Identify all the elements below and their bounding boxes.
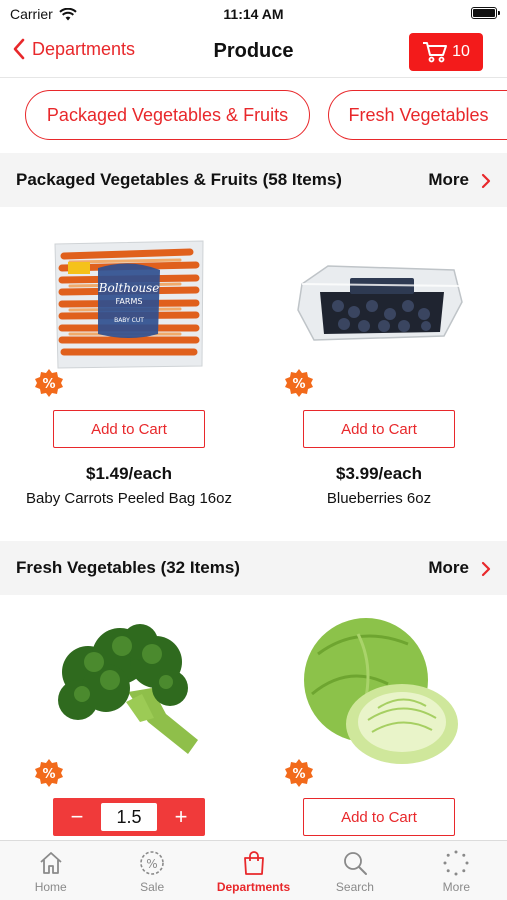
product-price: $1.49/each (85, 464, 172, 483)
bag-icon (243, 851, 264, 875)
home-icon (40, 852, 62, 874)
product-name: Blueberries 6oz (326, 490, 432, 507)
tab-departments[interactable]: Departments (203, 841, 304, 900)
section-title: Fresh Vegetables (32 Items) (16, 558, 240, 577)
sale-icon: % (140, 851, 164, 875)
more-icon (443, 850, 469, 876)
battery-icon (471, 7, 500, 19)
decrement-button[interactable]: − (53, 798, 101, 836)
sale-badge-icon: % (285, 759, 313, 787)
tab-home[interactable]: Home (0, 841, 101, 900)
bag-brand: Bolthouse (98, 281, 160, 295)
svg-text:%: % (42, 767, 55, 782)
bag-tag: BABY CUT (114, 317, 144, 324)
chevron-left-icon (13, 38, 25, 60)
increment-button[interactable]: + (157, 798, 205, 836)
status-time: 11:14 AM (223, 6, 284, 22)
tab-label: Search (335, 880, 374, 894)
sale-badge-icon: % (35, 369, 63, 397)
bag-brand2: FARMS (116, 297, 143, 306)
tab-search[interactable]: Search (304, 841, 405, 900)
chip-packaged-vegetables-fruits[interactable]: Packaged Vegetables & Fruits (25, 90, 310, 140)
chip-fresh-vegetables[interactable]: Fresh Vegetables (328, 90, 507, 140)
tab-label: Departments (216, 880, 291, 894)
nav-bar: Departments Produce 10 (0, 28, 507, 78)
sale-badge-icon: % (285, 369, 313, 397)
quantity-stepper: − 1.5 + (53, 798, 205, 836)
more-link[interactable]: More (428, 558, 491, 578)
carrots-image: Bolthouse FARMS BABY CUT (54, 240, 204, 369)
svg-text:%: % (146, 857, 157, 871)
more-link[interactable]: More (428, 170, 491, 190)
svg-text:%: % (292, 767, 305, 782)
sale-badge-icon: % (35, 759, 63, 787)
svg-text:%: % (292, 377, 305, 392)
product-name: Baby Carrots Peeled Bag 16oz (26, 490, 232, 507)
category-chips: Packaged Vegetables & Fruits Fresh Veget… (0, 90, 507, 142)
more-label: More (428, 170, 469, 189)
more-label: More (428, 558, 469, 577)
tab-more[interactable]: More (406, 841, 507, 900)
cabbage-image (304, 618, 458, 764)
chevron-right-icon (481, 561, 491, 576)
tab-label: Home (34, 880, 67, 894)
add-to-cart-button[interactable]: Add to Cart (303, 410, 455, 448)
search-icon (344, 852, 367, 875)
add-to-cart-button[interactable]: Add to Cart (53, 410, 205, 448)
tab-label: More (442, 880, 470, 894)
tab-sale[interactable]: % Sale (101, 841, 202, 900)
status-bar: Carrier 11:14 AM (0, 0, 507, 28)
section-title: Packaged Vegetables & Fruits (58 Items) (16, 170, 342, 189)
add-to-cart-button[interactable]: Add to Cart (303, 798, 455, 836)
cart-count: 10 (452, 43, 470, 60)
tab-label: Sale (140, 880, 165, 894)
svg-text:%: % (42, 377, 55, 392)
quantity-value[interactable]: 1.5 (101, 803, 157, 831)
tab-bar: Home % Sale Departments Search More (0, 840, 507, 900)
chevron-right-icon (481, 173, 491, 188)
cart-icon (423, 42, 448, 63)
product-price: $3.99/each (335, 464, 422, 483)
broccoli-image (58, 624, 198, 754)
cart-button[interactable]: 10 (409, 33, 483, 71)
back-label: Departments (32, 38, 136, 59)
section-header-packaged: Packaged Vegetables & Fruits (58 Items) … (0, 153, 507, 207)
section-header-fresh: Fresh Vegetables (32 Items) More (0, 541, 507, 595)
blueberries-image (297, 265, 463, 341)
back-button[interactable]: Departments (12, 38, 135, 60)
